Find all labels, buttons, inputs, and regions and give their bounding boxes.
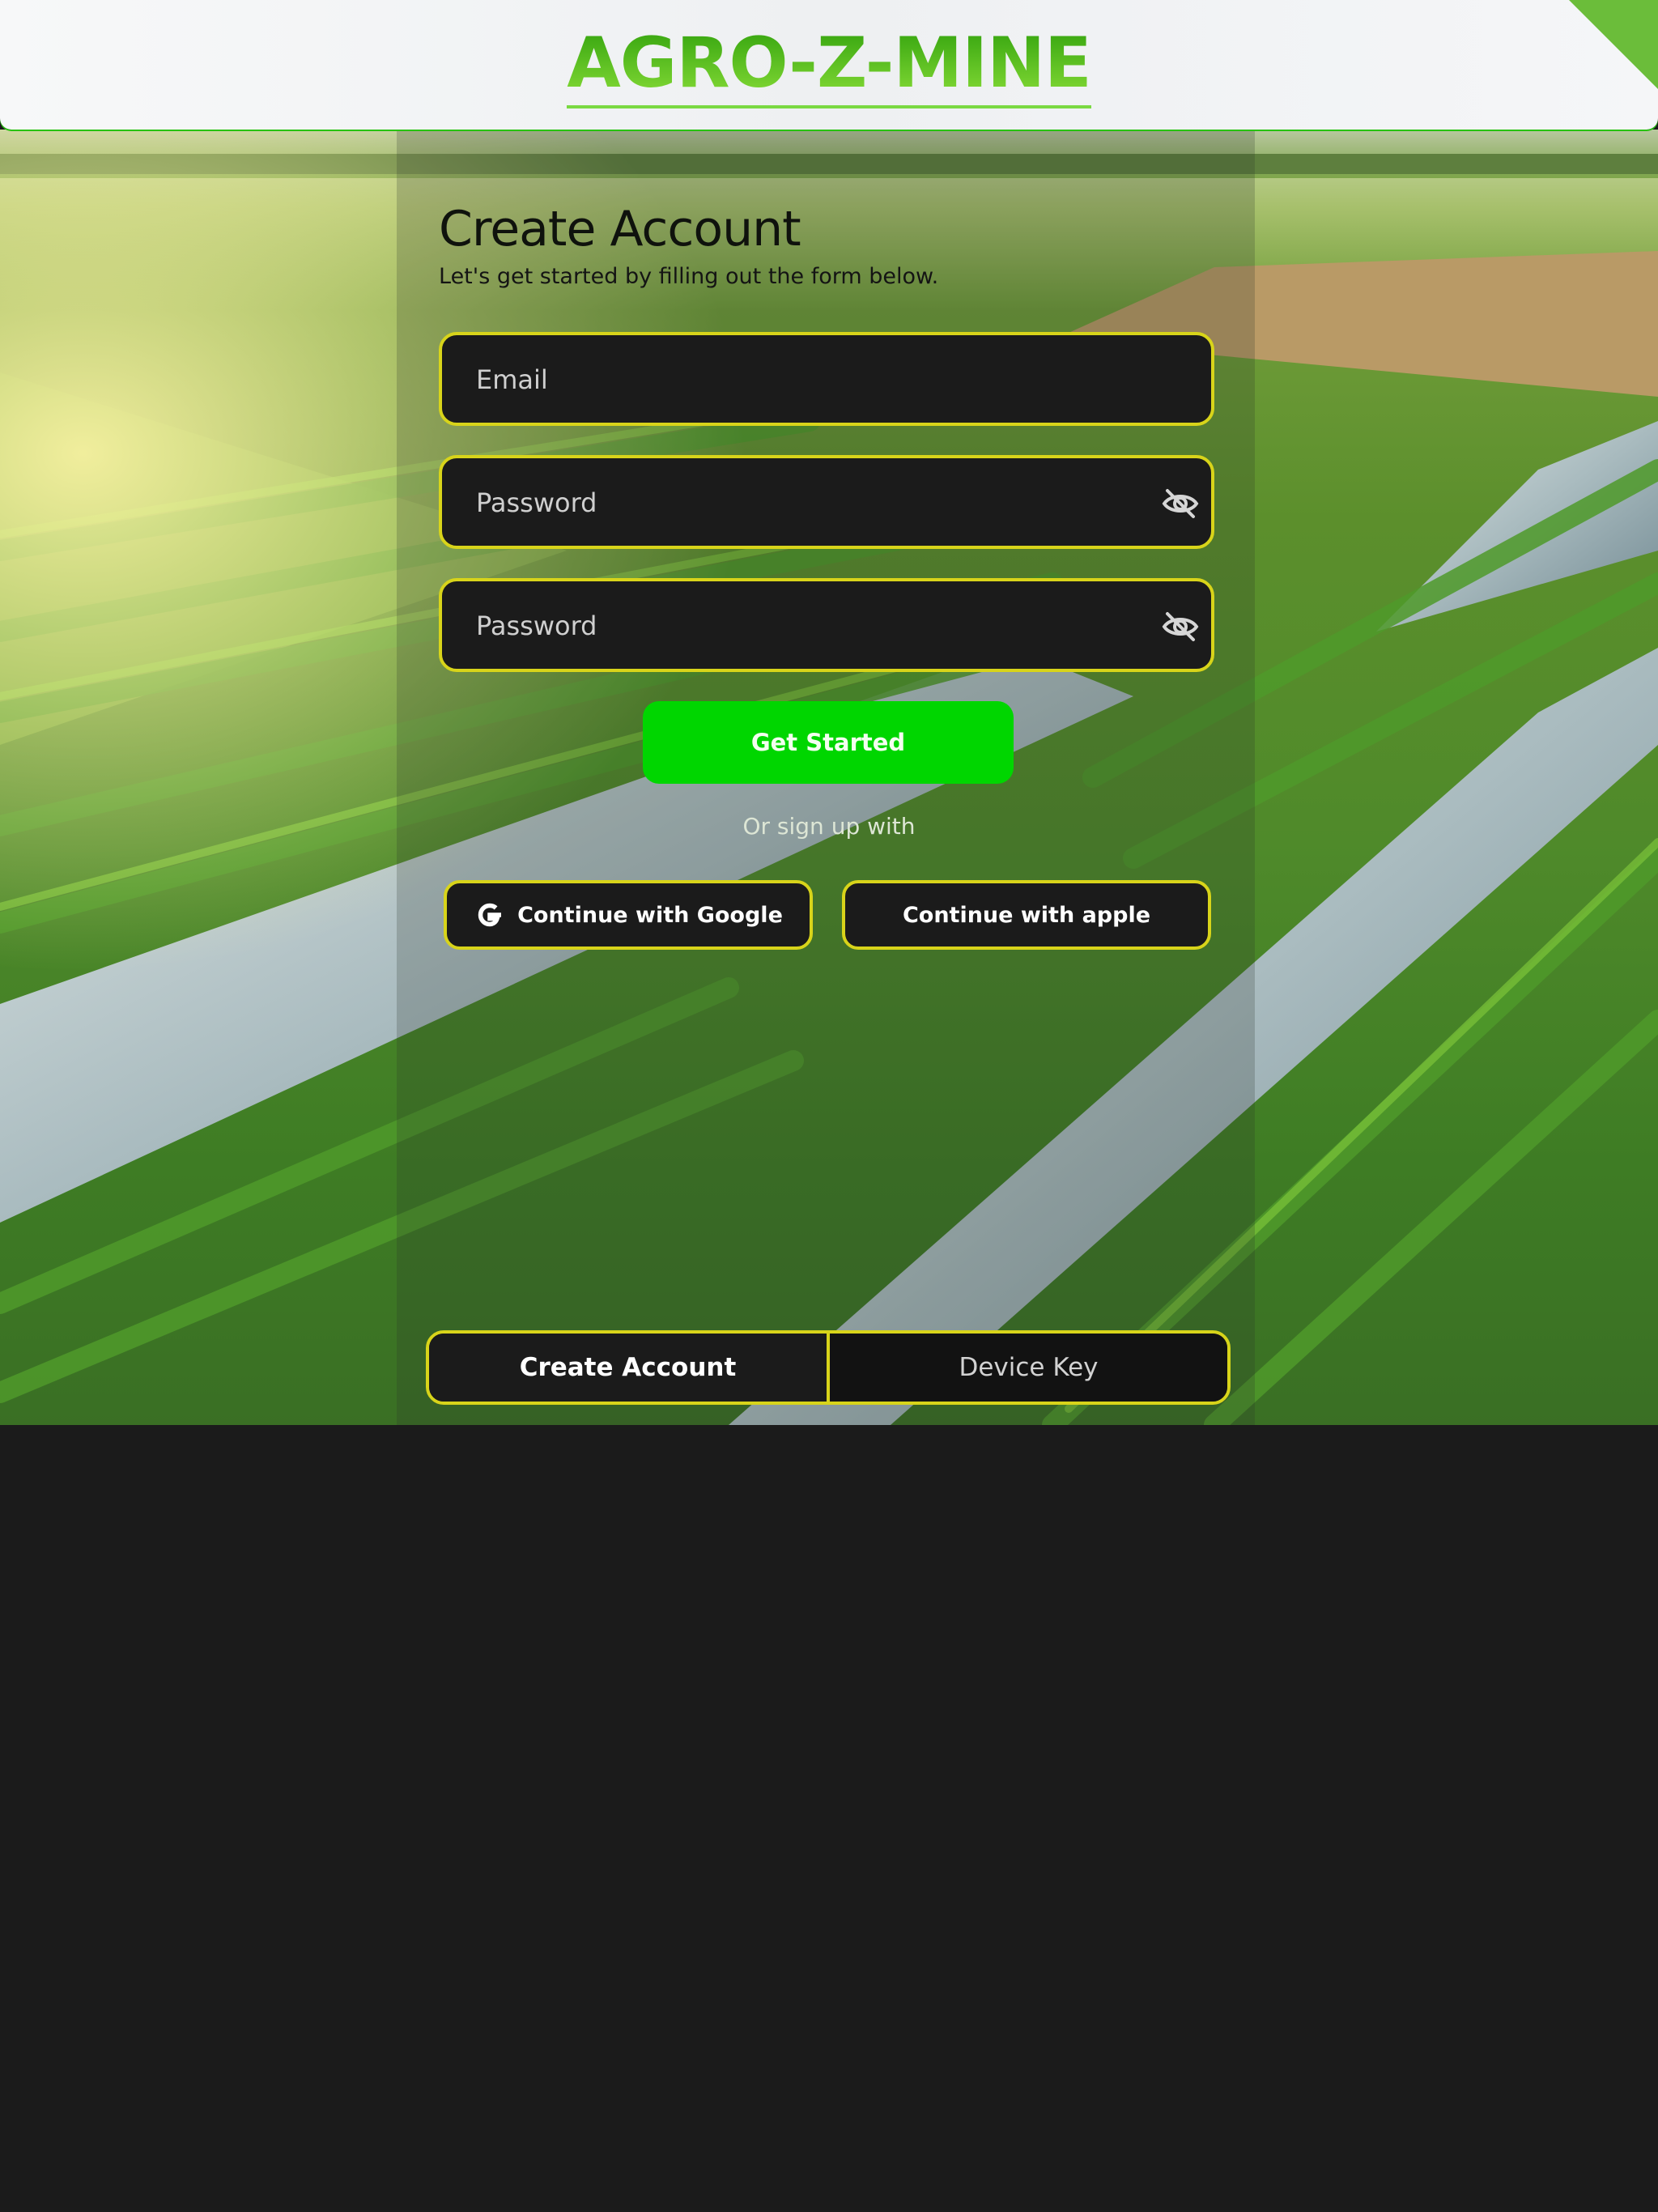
brand-text: AGRO-Z-MINE — [567, 23, 1092, 108]
page-subtitle: Let's get started by filling out the for… — [439, 264, 939, 289]
get-started-button[interactable]: Get Started — [643, 701, 1014, 784]
apple-button-label: Continue with apple — [902, 902, 1151, 928]
tab-create-account[interactable]: Create Account — [429, 1334, 827, 1402]
confirm-password-input[interactable] — [474, 581, 1141, 670]
brand-logo: AGRO-Z-MINE — [0, 23, 1658, 108]
or-sign-up-text: Or sign up with — [742, 813, 916, 840]
email-field[interactable] — [439, 332, 1214, 426]
google-button-label: Continue with Google — [517, 902, 783, 928]
page-title: Create Account — [439, 201, 801, 257]
auth-mode-tabs: Create Account Device Key — [426, 1330, 1231, 1405]
password-input[interactable] — [474, 458, 1141, 547]
confirm-password-field[interactable] — [439, 578, 1214, 672]
google-icon — [478, 903, 502, 927]
eye-off-icon[interactable] — [1161, 484, 1200, 523]
eye-off-icon[interactable] — [1161, 607, 1200, 646]
apple-signup-button[interactable]: Continue with apple — [842, 880, 1211, 950]
app-header: AGRO-Z-MINE — [0, 0, 1658, 130]
google-signup-button[interactable]: Continue with Google — [444, 880, 813, 950]
tab-device-key[interactable]: Device Key — [827, 1334, 1227, 1402]
email-input[interactable] — [474, 335, 1141, 424]
password-field[interactable] — [439, 455, 1214, 549]
